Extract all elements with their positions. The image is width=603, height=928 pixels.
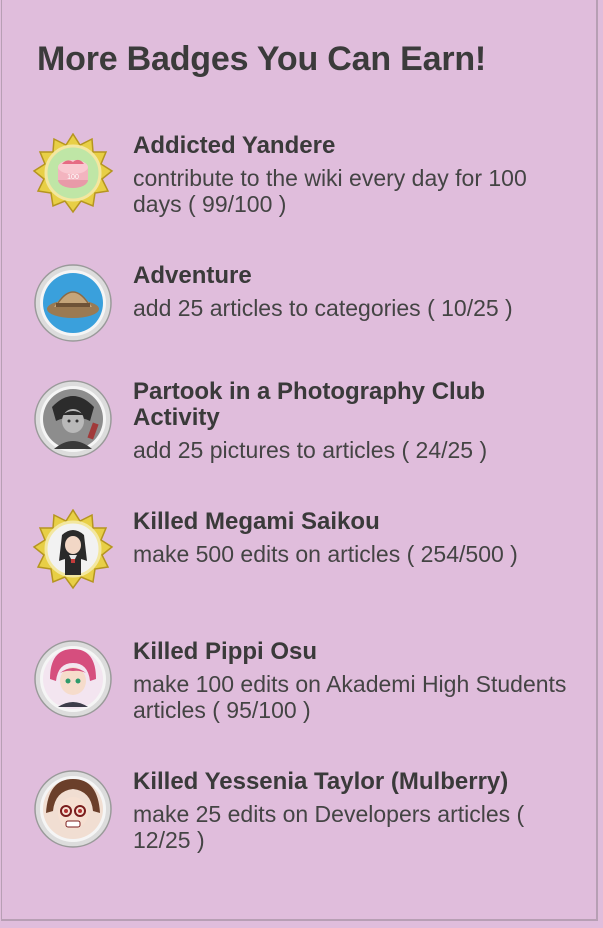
badge-progress: ( 99/100 ) — [187, 191, 287, 217]
badge-progress: ( 254/500 ) — [406, 541, 518, 567]
svg-text:100: 100 — [67, 174, 79, 181]
photo-club-badge-icon — [34, 380, 112, 458]
badge-description: make 100 edits on Akademi High Students … — [133, 671, 567, 723]
badge-name: Killed Pippi Osu — [133, 638, 318, 665]
badge-name: Partook in a Photography Club Activity — [133, 378, 486, 431]
badge-name: Killed Megami Saikou — [133, 508, 380, 535]
badge-description: make 25 edits on Developers articles ( 1… — [133, 801, 525, 853]
badge-progress: ( 95/100 ) — [212, 697, 311, 723]
megami-badge-icon — [32, 509, 114, 590]
badge-description: add 25 pictures to articles ( 24/25 ) — [133, 437, 488, 463]
badge-name: Killed Yessenia Taylor (Mulberry) — [133, 768, 509, 795]
pith-helmet-badge-icon — [34, 264, 112, 342]
badge-name: Adventure — [133, 262, 252, 289]
section-title: More Badges You Can Earn! — [37, 40, 487, 78]
badge-name: Addicted Yandere — [133, 132, 336, 159]
badge-description: add 25 articles to categories ( 10/25 ) — [133, 295, 513, 321]
badge-description: make 500 edits on articles ( 254/500 ) — [133, 541, 518, 567]
badge-progress: ( 10/25 ) — [427, 295, 513, 321]
badge-description: contribute to the wiki every day for 100… — [133, 165, 527, 217]
mulberry-badge-icon — [34, 770, 112, 848]
badge-progress: ( 24/25 ) — [401, 437, 488, 463]
cake-badge-icon: 100 — [32, 133, 114, 214]
pippi-badge-icon — [34, 640, 112, 718]
badges-panel: More Badges You Can Earn! 100 Addicted Y… — [1, 0, 598, 921]
